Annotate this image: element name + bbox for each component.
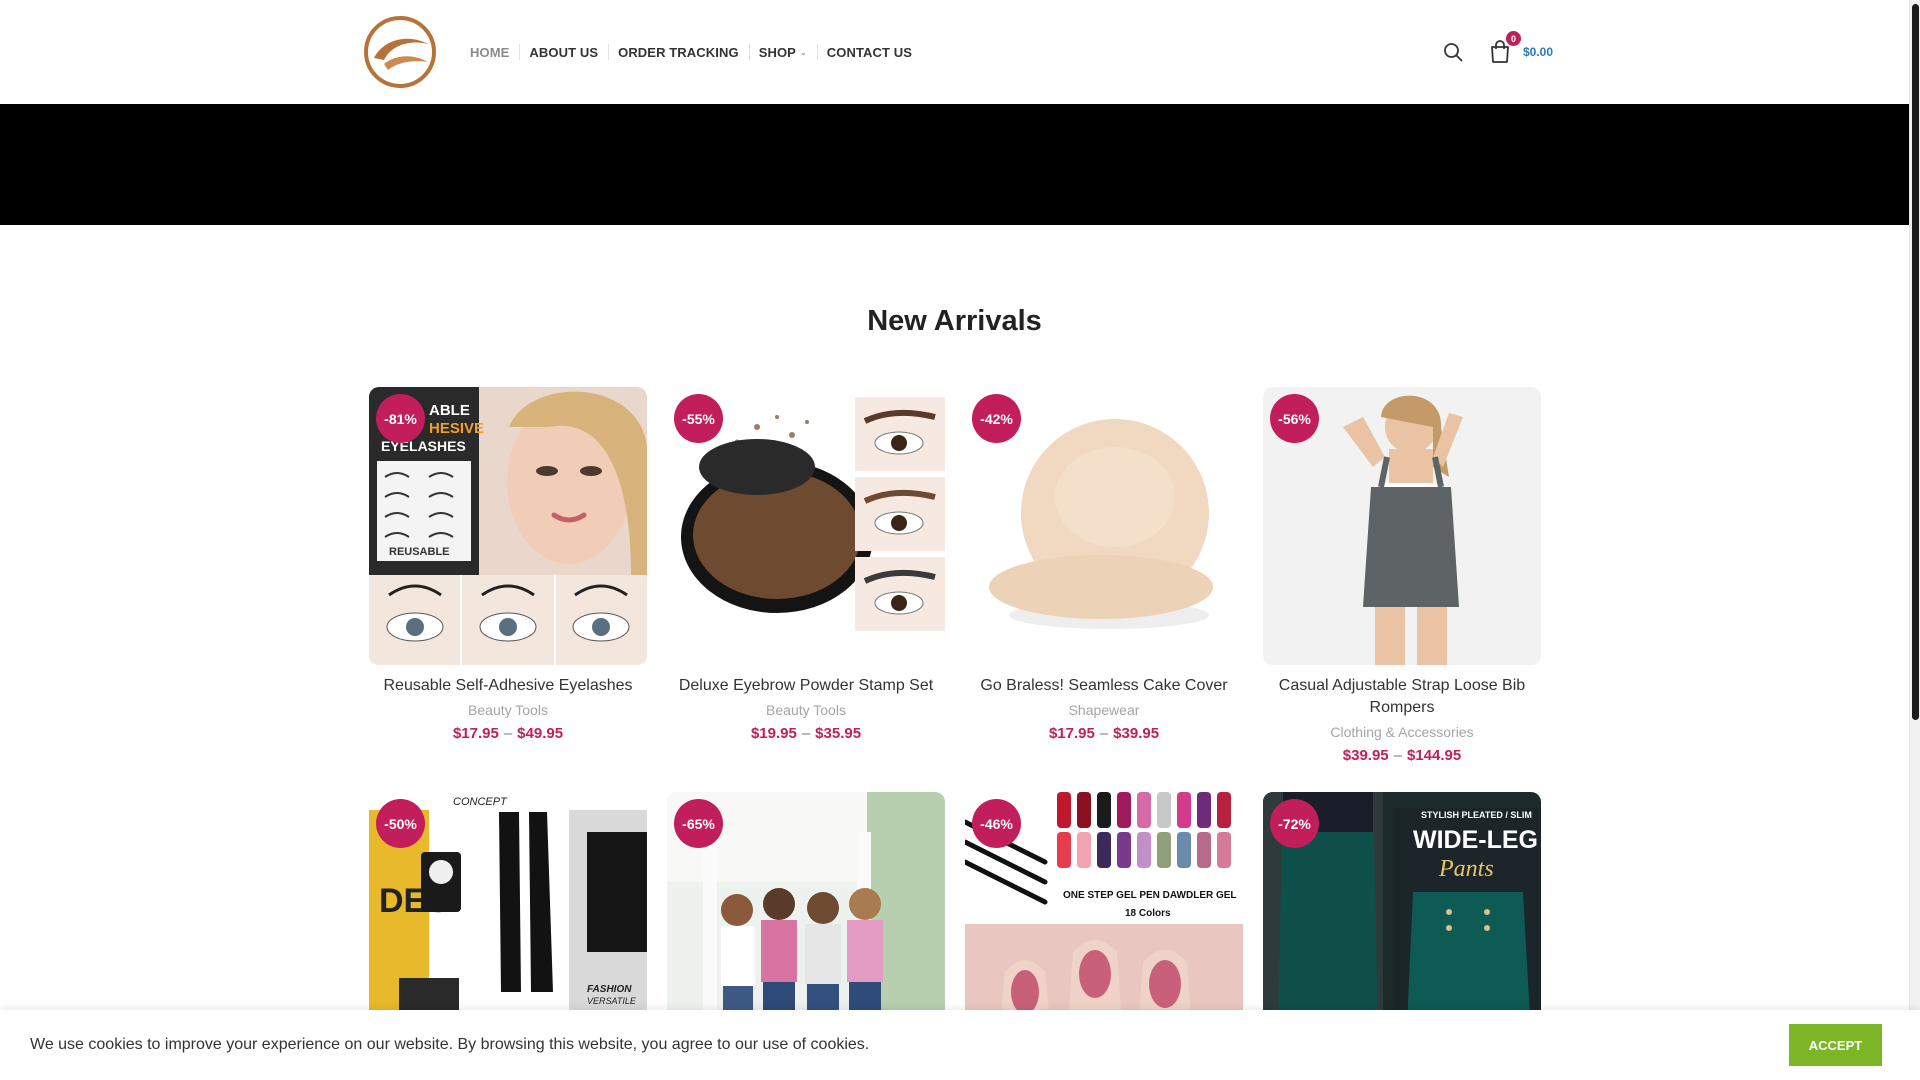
- discount-badge: -46%: [972, 799, 1021, 848]
- image-text: HESIVE: [429, 420, 484, 437]
- nav-order-tracking[interactable]: ORDER TRACKING: [608, 44, 749, 60]
- product-price: $19.95– $35.95: [667, 725, 945, 742]
- product-price: $39.95– $144.95: [1263, 747, 1541, 764]
- nav-shop-label: SHOP: [758, 44, 796, 60]
- main-nav: HOME ABOUT US ORDER TRACKING SHOP ⌄ CONTA…: [460, 0, 922, 104]
- section-title: New Arrivals: [867, 305, 1042, 337]
- product-image[interactable]: -42%: [965, 387, 1243, 665]
- image-text: STYLISH PLEATED / SLIM: [1421, 810, 1532, 820]
- nav-contact-us[interactable]: CONTACT US: [816, 44, 922, 60]
- brand-logo-icon[interactable]: [362, 14, 438, 90]
- cookie-text: We use cookies to improve your experienc…: [30, 1036, 870, 1053]
- nav-about-us-label: ABOUT US: [529, 44, 599, 60]
- product-title[interactable]: Reusable Self-Adhesive Eyelashes: [369, 675, 647, 697]
- product-card[interactable]: -55% Deluxe Eyebrow Powder Stamp Set Bea…: [667, 387, 945, 764]
- product-image[interactable]: -56%: [1263, 387, 1541, 665]
- image-text: ONE STEP GEL PEN DAWDLER GEL: [1063, 890, 1237, 901]
- product-price: $17.95– $39.95: [965, 725, 1243, 742]
- price-separator: –: [503, 725, 513, 742]
- product-image[interactable]: -55%: [667, 387, 945, 665]
- price-separator: –: [1099, 725, 1109, 742]
- discount-badge: -50%: [376, 799, 425, 848]
- header-actions: 0 $0.00: [1441, 31, 1553, 64]
- product-title[interactable]: Casual Adjustable Strap Loose Bib Romper…: [1263, 675, 1541, 719]
- price-min: $39.95: [1342, 747, 1389, 764]
- price-separator: –: [1393, 747, 1402, 764]
- product-title[interactable]: Deluxe Eyebrow Powder Stamp Set: [667, 675, 945, 697]
- site-header: HOME ABOUT US ORDER TRACKING SHOP ⌄ CONTA…: [0, 0, 1909, 104]
- nav-home[interactable]: HOME: [460, 45, 519, 60]
- cart-total: $0.00: [1522, 45, 1553, 59]
- product-category[interactable]: Shapewear: [965, 702, 1243, 718]
- shopping-bag-icon: 0: [1489, 31, 1521, 64]
- price-min: $19.95: [750, 725, 797, 742]
- product-grid: ABLE HESIVE EYELASHES REUSABLE -81% Reus…: [369, 387, 1542, 1070]
- price-max: $144.95: [1407, 747, 1462, 764]
- hero-banner: [0, 104, 1909, 225]
- cookie-notice: We use cookies to improve your experienc…: [0, 1010, 1920, 1080]
- product-category[interactable]: Beauty Tools: [667, 702, 945, 718]
- product-title[interactable]: Go Braless! Seamless Cake Cover: [965, 675, 1243, 697]
- product-image[interactable]: ABLE HESIVE EYELASHES REUSABLE -81%: [369, 387, 647, 665]
- product-price: $17.95– $49.95: [369, 725, 647, 742]
- nav-home-label: HOME: [470, 44, 510, 60]
- image-text: ABLE: [429, 402, 470, 419]
- nav-order-tracking-label: ORDER TRACKING: [618, 44, 739, 60]
- product-card[interactable]: -56% Casual Adjustable Strap Loose Bib R…: [1263, 387, 1541, 764]
- image-text: 18 Colors: [1125, 908, 1171, 919]
- image-text: VERSATILE: [587, 996, 637, 1006]
- image-text: WIDE-LEG: [1413, 826, 1538, 854]
- price-max: $49.95: [517, 725, 564, 742]
- image-text: REUSABLE: [389, 546, 450, 558]
- nav-contact-us-label: CONTACT US: [826, 44, 913, 60]
- discount-badge: -81%: [376, 394, 425, 443]
- product-category[interactable]: Beauty Tools: [369, 702, 647, 718]
- chevron-down-icon: ⌄: [799, 47, 807, 57]
- product-card[interactable]: -42% Go Braless! Seamless Cake Cover Sha…: [965, 387, 1243, 764]
- search-icon[interactable]: [1441, 40, 1465, 64]
- price-separator: –: [801, 725, 811, 742]
- product-card[interactable]: ABLE HESIVE EYELASHES REUSABLE -81% Reus…: [369, 387, 647, 764]
- image-text: CONCEPT: [453, 796, 508, 808]
- price-min: $17.95: [1048, 725, 1095, 742]
- accept-cookies-button[interactable]: ACCEPT: [1789, 1024, 1882, 1066]
- discount-badge: -72%: [1270, 799, 1319, 848]
- image-text: FASHION: [587, 984, 632, 995]
- image-text: Pants: [1438, 856, 1494, 882]
- product-category[interactable]: Clothing & Accessories: [1263, 724, 1541, 740]
- discount-badge: -56%: [1270, 394, 1319, 443]
- page-content: HOME ABOUT US ORDER TRACKING SHOP ⌄ CONTA…: [0, 0, 1909, 1080]
- price-max: $35.95: [815, 725, 862, 742]
- nav-shop[interactable]: SHOP ⌄: [748, 44, 817, 60]
- price-min: $17.95: [452, 725, 499, 742]
- price-max: $39.95: [1113, 725, 1160, 742]
- cart-count-badge: 0: [1505, 31, 1521, 46]
- page-scrollbar[interactable]: [1909, 0, 1920, 1080]
- discount-badge: -55%: [674, 394, 723, 443]
- nav-about-us[interactable]: ABOUT US: [519, 44, 608, 60]
- scrollbar-thumb[interactable]: [1912, 4, 1919, 720]
- discount-badge: -65%: [674, 799, 723, 848]
- cart-button[interactable]: 0 $0.00: [1489, 31, 1553, 64]
- discount-badge: -42%: [972, 394, 1021, 443]
